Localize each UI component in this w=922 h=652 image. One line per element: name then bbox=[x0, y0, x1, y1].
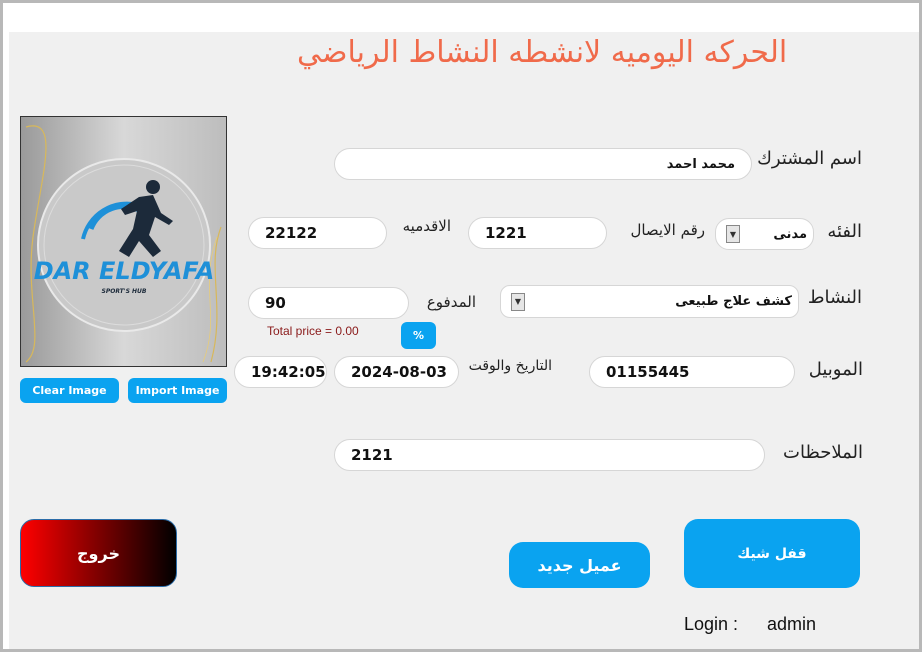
category-select[interactable]: مدنى ▼ bbox=[715, 218, 814, 250]
logo-subtext: SPORT'S HUB bbox=[102, 288, 147, 295]
subscriber-name-input[interactable]: محمد احمد bbox=[334, 148, 752, 180]
clear-image-button[interactable]: Clear Image bbox=[20, 378, 119, 403]
time-picker[interactable]: 19:42:05 bbox=[234, 356, 327, 388]
chevron-down-icon[interactable]: ▼ bbox=[726, 225, 740, 243]
receipt-number-input[interactable]: 1221 bbox=[468, 217, 607, 249]
lock-check-button[interactable]: قفل شيك bbox=[684, 519, 860, 588]
login-label: Login : bbox=[684, 614, 739, 634]
notes-input[interactable]: 2121 bbox=[334, 439, 765, 471]
notes-label: الملاحظات bbox=[783, 442, 863, 463]
category-selected: مدنى bbox=[773, 226, 807, 242]
paid-amount-input[interactable]: 90 bbox=[248, 287, 409, 319]
datetime-label: التاريخ والوقت bbox=[468, 358, 552, 374]
subscriber-label: اسم المشترك bbox=[757, 148, 862, 169]
page-title: الحركه اليوميه لانشطه النشاط الرياضي bbox=[297, 35, 788, 70]
paid-label: المدفوع bbox=[426, 293, 476, 311]
activity-label: النشاط bbox=[807, 287, 862, 308]
activity-select[interactable]: كشف علاج طبيعى ▼ bbox=[500, 285, 799, 318]
activity-selected: كشف علاج طبيعى bbox=[675, 294, 792, 309]
login-user: admin bbox=[767, 614, 817, 634]
exit-button[interactable]: خروج bbox=[20, 519, 177, 587]
seniority-label: الاقدميه bbox=[402, 217, 451, 235]
total-price-text: Total price = 0.00 bbox=[267, 324, 359, 338]
logo-text: DAR ELDYAFA bbox=[34, 257, 215, 285]
date-picker[interactable]: 2024-08-03 bbox=[334, 356, 459, 388]
dar-eldyafa-logo: DAR ELDYAFA SPORT'S HUB bbox=[25, 125, 222, 363]
import-image-button[interactable]: Import Image bbox=[128, 378, 227, 403]
percent-button[interactable]: % bbox=[401, 322, 436, 349]
subscriber-image: DAR ELDYAFA SPORT'S HUB bbox=[20, 116, 227, 367]
new-client-button[interactable]: عميل جديد bbox=[509, 542, 650, 588]
category-label: الفئه bbox=[827, 221, 862, 242]
receipt-label: رقم الايصال bbox=[630, 221, 705, 239]
mobile-label: الموبيل bbox=[808, 359, 863, 380]
chevron-down-icon[interactable]: ▼ bbox=[511, 292, 525, 311]
mobile-input[interactable]: 01155445 bbox=[589, 356, 795, 388]
seniority-input[interactable]: 22122 bbox=[248, 217, 387, 249]
